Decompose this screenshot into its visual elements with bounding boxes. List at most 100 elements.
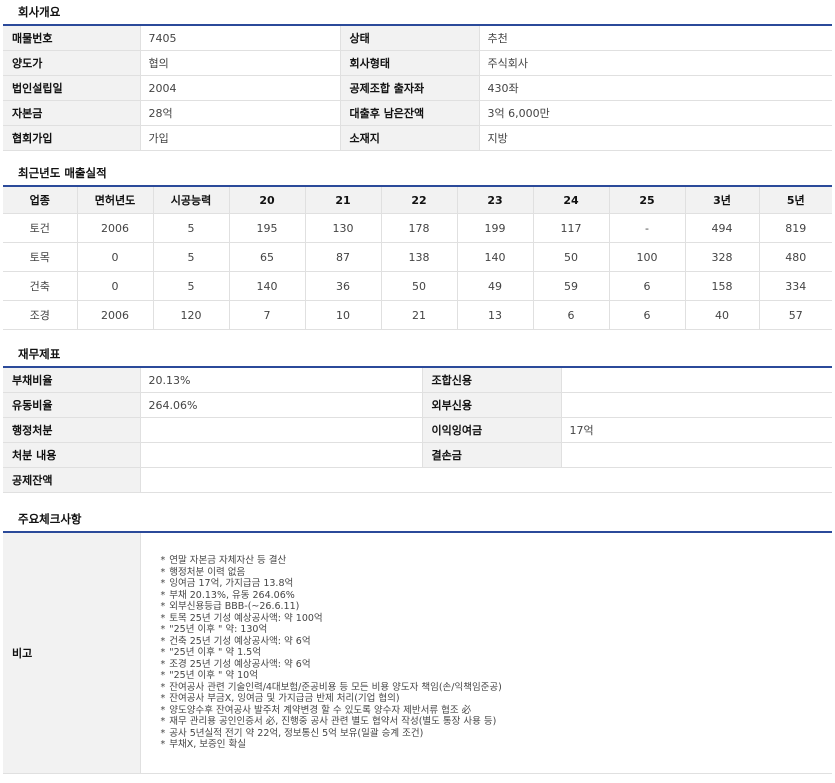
overview-value: 가입: [139, 125, 340, 151]
section-title-finance: 재무제표: [18, 347, 61, 361]
bullet-star: *: [160, 670, 166, 682]
check-note-item: * "25년 이후 " 약 1.5억: [161, 647, 833, 659]
bullet-star: *: [160, 635, 166, 647]
finance-label: 이익잉여금: [421, 417, 561, 443]
sales-cell: 140: [457, 242, 534, 272]
finance-value: [560, 368, 832, 393]
overview-table: 매물번호 7405 상태 추천 양도가 협의 회사형태 주식회사 법인설립일 2004 공제조합 출…: [3, 26, 832, 151]
bullet-star: *: [160, 601, 166, 613]
sales-cell: 40: [685, 300, 760, 330]
check-note-text: 잔여공사 관련 기술인력/4대보험/준공비용 등 모든 비용 양도자 책임(손/…: [169, 681, 502, 693]
sales-cell: 7: [229, 300, 306, 330]
sales-cell: 130: [305, 213, 382, 243]
bullet-star: *: [160, 624, 166, 636]
finance-row: 유동비율 264.06% 외부신용: [3, 392, 832, 418]
sales-cell: 36: [305, 271, 382, 301]
bullet-star: *: [160, 727, 166, 739]
sales-cell: 49: [457, 271, 534, 301]
overview-label: 회사형태: [339, 50, 479, 76]
overview-label: 대출후 남은잔액: [339, 100, 479, 126]
finance-label: 유동비율: [3, 392, 140, 418]
sales-cell: 21: [381, 300, 458, 330]
sales-cell: 100: [609, 242, 686, 272]
sales-table: 업종 면허년도 시공능력 20 21 22 23 24 25 3년 5년 토건 2006 5 195 130…: [3, 187, 832, 330]
overview-value: 주식회사: [478, 50, 832, 76]
bullet-star: *: [160, 704, 166, 716]
sales-cell: 65: [229, 242, 306, 272]
sales-header-row: 업종 면허년도 시공능력 20 21 22 23 24 25 3년 5년: [3, 187, 832, 214]
finance-value: 17억: [560, 417, 832, 443]
overview-value: 지방: [478, 125, 832, 151]
sales-row: 토목 0 5 65 87 138 140 50 100 328 480: [3, 242, 832, 272]
section-title-check: 주요체크사항: [18, 512, 82, 526]
finance-table: 부채비율 20.13% 조합신용 유동비율 264.06% 외부신용 행정처분 이익잉여금 17…: [3, 368, 832, 493]
overview-row: 협회가입 가입 소재지 지방: [3, 125, 832, 151]
sales-header-cell: 5년: [759, 187, 832, 214]
finance-value: [139, 467, 832, 493]
finance-label: 행정처분: [3, 417, 140, 443]
check-note-text: "25년 이후 " 약 1.5억: [169, 647, 261, 659]
sales-cell: -: [609, 213, 686, 243]
check-table: 비고 * 연말 자본금 자체자산 등 결산 * 행정처분 이력 없음 * 잉여금 17억,…: [3, 533, 832, 774]
overview-value: 협의: [139, 50, 340, 76]
check-note-item: * 건축 25년 기성 예상공사액: 약 6억: [161, 636, 833, 648]
check-note-text: 토목 25년 기성 예상공사액: 약 100억: [169, 612, 323, 624]
finance-value: 264.06%: [139, 392, 422, 418]
finance-label: 부채비율: [3, 368, 140, 393]
sales-header-cell: 시공능력: [153, 187, 230, 214]
sales-row: 조경 2006 120 7 10 21 13 6 6 40 57: [3, 300, 832, 330]
bullet-star: *: [160, 566, 166, 578]
sales-cell: 5: [153, 242, 230, 272]
sales-cell: 819: [759, 213, 832, 243]
bullet-star: *: [160, 647, 166, 659]
bullet-star: *: [160, 693, 166, 705]
finance-row: 행정처분 이익잉여금 17억: [3, 417, 832, 443]
sales-row: 건축 0 5 140 36 50 49 59 6 158 334: [3, 271, 832, 301]
check-note-item: * 잔여공사 부금X, 잉여금 및 가지급금 반제 처리(기업 협의): [161, 693, 833, 705]
check-note-text: 건축 25년 기성 예상공사액: 약 6억: [169, 635, 311, 647]
overview-value: 430좌: [478, 75, 832, 101]
check-note-text: 행정처분 이력 없음: [169, 566, 246, 578]
finance-row: 부채비율 20.13% 조합신용: [3, 368, 832, 393]
bullet-star: *: [160, 681, 166, 693]
check-note-item: * 외부신용등급 BBB-(~26.6.11): [161, 601, 833, 613]
check-note-item: * 양도양수후 잔여공사 발주처 계약변경 할 수 있도록 양수자 제반서류 협조…: [161, 705, 833, 717]
sales-header-cell: 23: [457, 187, 534, 214]
overview-row: 법인설립일 2004 공제조합 출자좌 430좌: [3, 75, 832, 101]
check-notes-cell: * 연말 자본금 자체자산 등 결산 * 행정처분 이력 없음 * 잉여금 17억, 가지…: [139, 533, 833, 774]
overview-row: 양도가 협의 회사형태 주식회사: [3, 50, 832, 76]
overview-value: 추천: [478, 26, 832, 51]
check-note-text: 재무 관리용 공인인증서 必, 진행중 공사 관련 별도 협약서 작성(별도 통…: [169, 716, 497, 728]
overview-value: 2004: [139, 75, 340, 101]
check-note-text: "25년 이후 " 약 10억: [169, 670, 258, 682]
check-note-text: 부채X, 보증인 확실: [169, 739, 246, 751]
overview-value: 3억 6,000만: [478, 100, 832, 126]
overview-label: 자본금: [3, 100, 140, 126]
sales-cell: 0: [77, 242, 154, 272]
sales-cell: 59: [533, 271, 610, 301]
sales-cell: 140: [229, 271, 306, 301]
finance-value: [139, 417, 422, 443]
check-note-item: * 부채 20.13%, 유동 264.06%: [161, 590, 833, 602]
overview-row: 자본금 28억 대출후 남은잔액 3억 6,000만: [3, 100, 832, 126]
check-note-item: * "25년 이후 " 약: 130억: [161, 624, 833, 636]
sales-header-cell: 25: [609, 187, 686, 214]
overview-value: 7405: [139, 26, 340, 51]
finance-value: [560, 392, 832, 418]
sales-cell: 178: [381, 213, 458, 243]
bullet-star: *: [160, 578, 166, 590]
bullet-star: *: [160, 658, 166, 670]
check-note-text: 양도양수후 잔여공사 발주처 계약변경 할 수 있도록 양수자 제반서류 협조 …: [169, 704, 472, 716]
sales-header-cell: 20: [229, 187, 306, 214]
check-note-text: 공사 5년실적 전기 약 22억, 정보통신 5억 보유(일괄 승계 조건): [169, 727, 424, 739]
overview-label: 상태: [339, 26, 479, 51]
sales-cell: 토건: [3, 213, 78, 243]
sales-cell: 57: [759, 300, 832, 330]
sales-row: 토건 2006 5 195 130 178 199 117-494 819: [3, 213, 832, 243]
bullet-star: *: [160, 716, 166, 728]
sales-cell: 328: [685, 242, 760, 272]
sales-cell: 2006: [77, 213, 154, 243]
sales-cell: 480: [759, 242, 832, 272]
finance-label: 조합신용: [421, 368, 561, 393]
check-note-text: 부채 20.13%, 유동 264.06%: [169, 589, 295, 601]
